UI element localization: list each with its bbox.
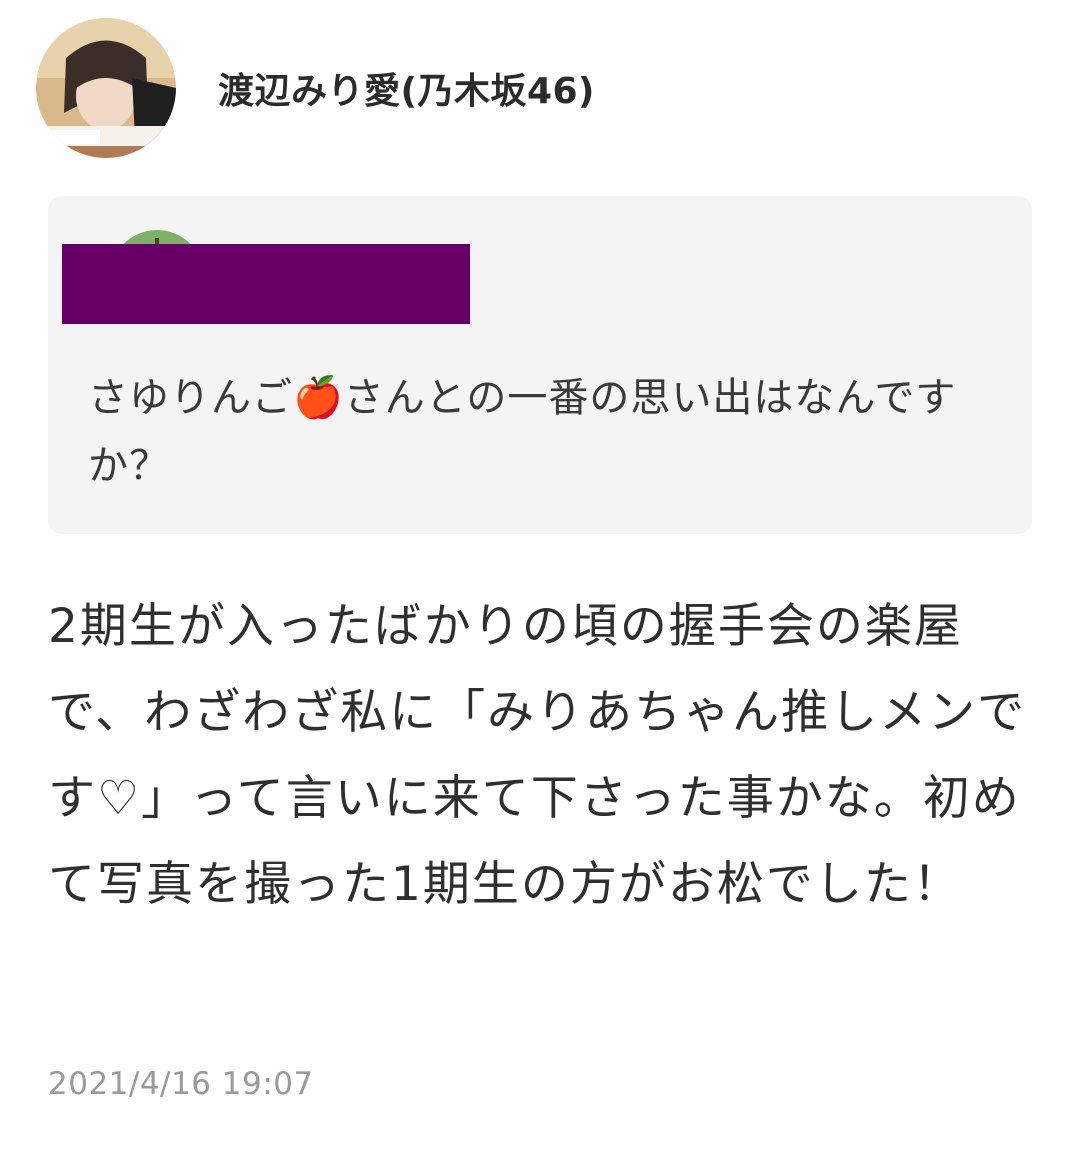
user-photo-avatar-icon <box>36 18 176 158</box>
post-header: 渡辺みり愛(乃木坂46) <box>36 18 595 158</box>
question-text: さゆりんご🍎さんとの一番の思い出はなんですか？ <box>88 375 957 489</box>
author-avatar[interactable] <box>36 18 176 158</box>
redaction-bar <box>62 244 470 324</box>
author-name[interactable]: 渡辺みり愛(乃木坂46) <box>218 62 595 114</box>
post-timestamp: 2021/4/16 19:07 <box>48 1066 314 1102</box>
answer-text: 2期生が入ったばかりの頃の握手会の楽屋で、わざわざ私に「みりあちゃん推しメンです… <box>48 599 1027 912</box>
question-card: さゆりんご🍎さんとの一番の思い出はなんですか？ <box>48 196 1032 534</box>
